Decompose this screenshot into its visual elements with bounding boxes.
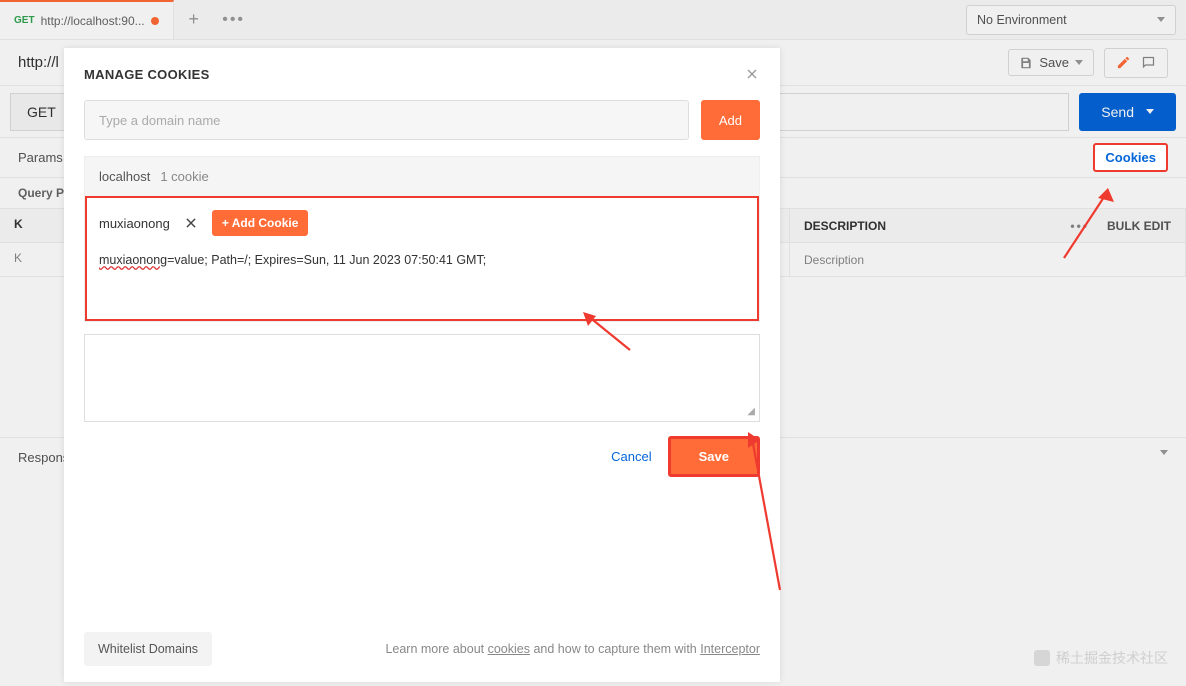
annotation-arrow-1 <box>580 310 640 360</box>
interceptor-link[interactable]: Interceptor <box>700 642 760 656</box>
annotation-arrow-2 <box>740 430 790 600</box>
domain-placeholder: Type a domain name <box>99 113 220 128</box>
cookie-value-textarea[interactable]: muxiaonong=value; Path=/; Expires=Sun, 1… <box>99 246 745 307</box>
cookies-link[interactable]: Cookies <box>1093 143 1168 172</box>
whitelist-domains-button[interactable]: Whitelist Domains <box>84 632 212 666</box>
cookie-value-rest: =value; Path=/; Expires=Sun, 11 Jun 2023… <box>167 253 486 267</box>
cookie-name-chip[interactable]: muxiaonong <box>99 216 170 231</box>
modal-title: MANAGE COOKIES <box>84 67 210 82</box>
domain-name: localhost <box>99 169 150 184</box>
add-cookie-button[interactable]: + Add Cookie <box>212 210 309 236</box>
domain-input[interactable]: Type a domain name <box>84 100 689 140</box>
close-icon <box>184 216 198 230</box>
watermark: 稀土掘金技术社区 <box>1034 648 1168 668</box>
cookie-count: 1 cookie <box>160 169 208 184</box>
delete-cookie-button[interactable] <box>184 216 198 230</box>
manage-cookies-modal: MANAGE COOKIES Type a domain name Add lo… <box>64 48 780 682</box>
close-button[interactable] <box>744 66 760 82</box>
watermark-text: 稀土掘金技术社区 <box>1056 648 1168 668</box>
annotation-arrow-3 <box>1058 186 1128 266</box>
close-icon <box>744 66 760 82</box>
domain-block: localhost 1 cookie muxiaonong + Add Cook… <box>84 156 760 322</box>
cookie-raw-editor[interactable]: ◢ <box>84 334 760 422</box>
cookie-editor-highlight: muxiaonong + Add Cookie muxiaonong=value… <box>85 196 759 321</box>
add-domain-button[interactable]: Add <box>701 100 760 140</box>
cancel-button[interactable]: Cancel <box>611 449 651 464</box>
domain-header[interactable]: localhost 1 cookie <box>85 157 759 196</box>
resize-handle-icon[interactable]: ◢ <box>747 406 755 417</box>
learn-more-text: Learn more about cookies and how to capt… <box>385 642 760 656</box>
watermark-logo-icon <box>1034 650 1050 666</box>
cookies-doc-link[interactable]: cookies <box>488 642 530 656</box>
cookie-value-name: muxiaonong <box>99 253 167 267</box>
